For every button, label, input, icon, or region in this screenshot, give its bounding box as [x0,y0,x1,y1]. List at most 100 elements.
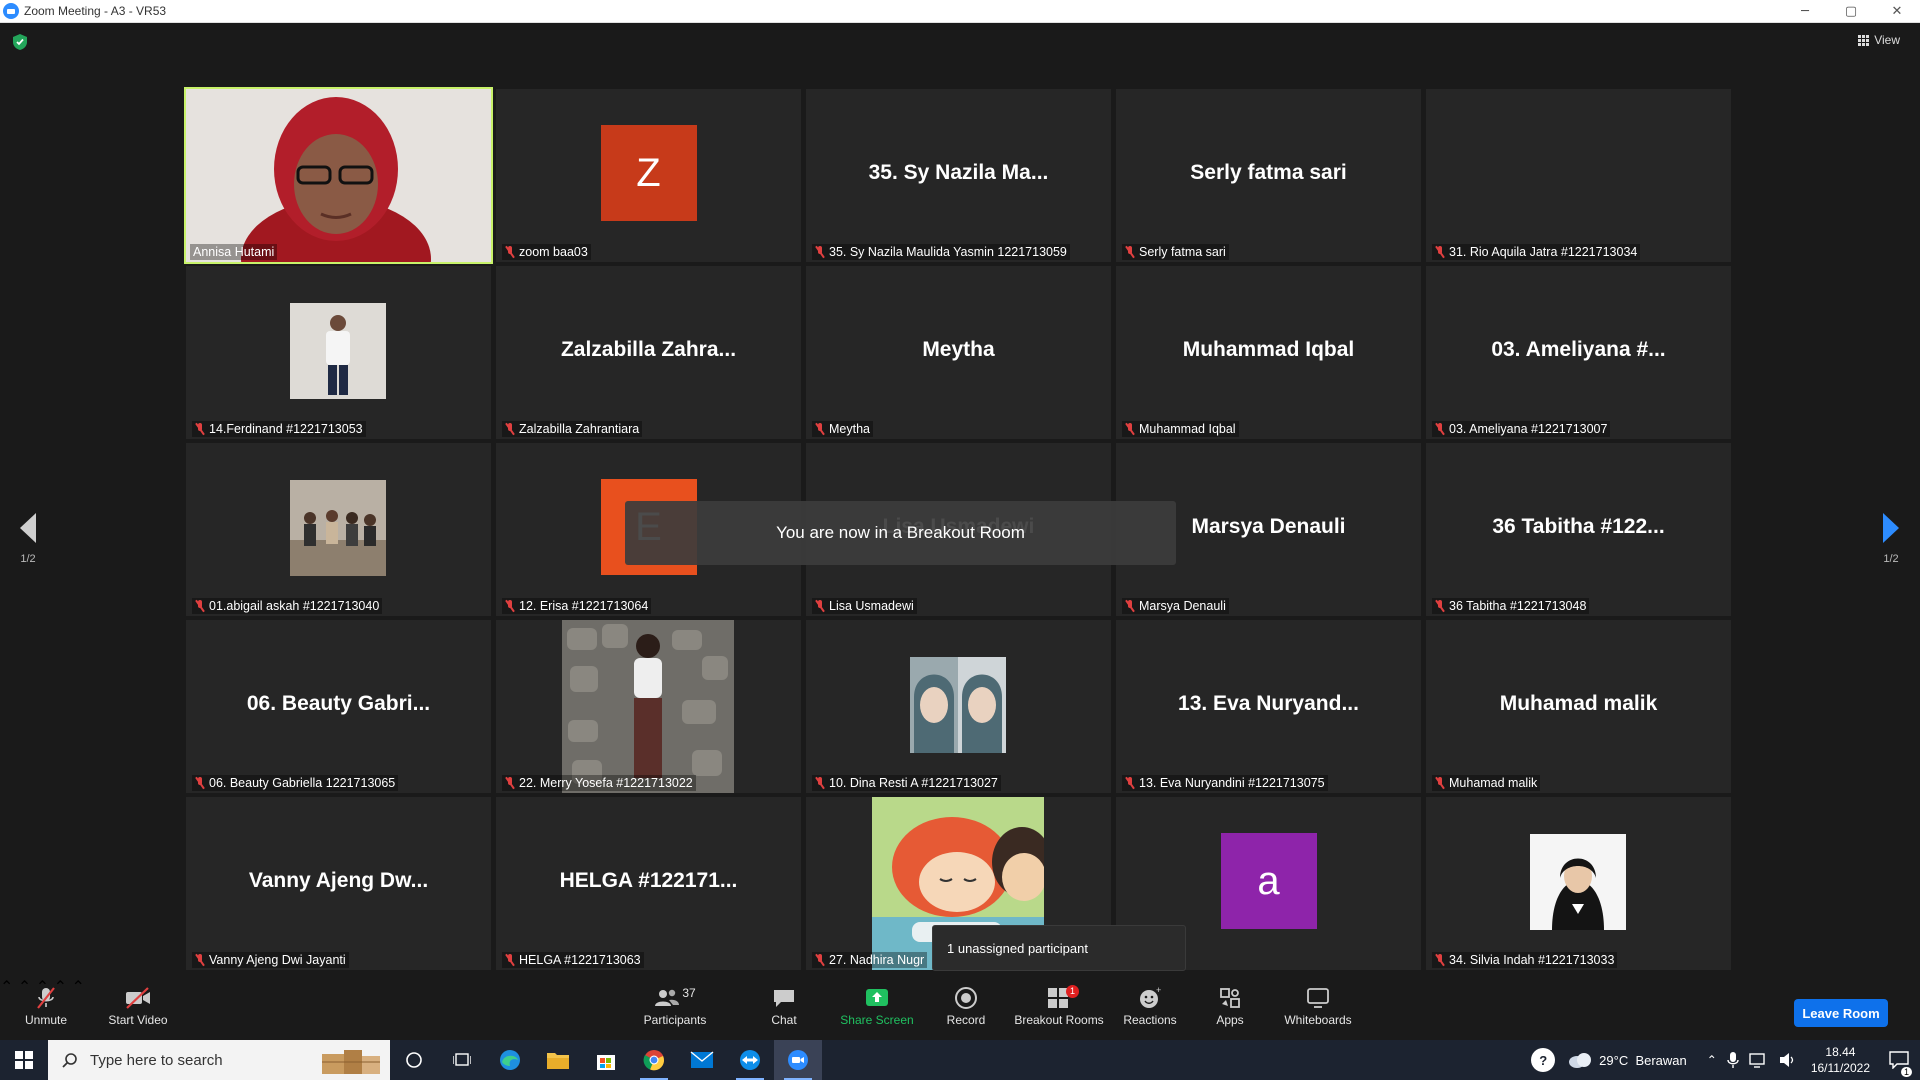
participant-tile[interactable]: 35. Sy Nazila Ma... 35. Sy Nazila Maulida… [806,89,1111,262]
start-button[interactable] [0,1040,48,1080]
participant-tile[interactable]: 13. Eva Nuryand... 13. Eva Nuryandini #12… [1116,620,1421,793]
previous-page-button[interactable]: 1/2 [8,513,48,565]
participants-button[interactable]: 37 Participants [638,985,712,1027]
record-button[interactable]: Record [944,985,988,1027]
microphone-muted-icon [1435,423,1445,435]
view-button[interactable]: View [1858,33,1900,47]
page-indicator-left: 1/2 [20,553,36,565]
apps-icon [1220,988,1240,1008]
microphone-icon[interactable] [1727,1051,1739,1069]
audio-options-caret-icon[interactable]: ⌃ [0,979,13,996]
edge-app[interactable] [486,1040,534,1080]
shield-icon[interactable] [12,33,28,51]
reactions-button[interactable]: + Reactions [1122,985,1178,1027]
whiteboards-button[interactable]: Whiteboards [1282,985,1354,1027]
participant-name: 10. Dina Resti A #1221713027 [829,776,998,790]
whiteboard-icon [1307,988,1329,1008]
chat-button[interactable]: Chat [766,985,802,1027]
apps-button[interactable]: Apps [1212,985,1248,1027]
participant-video [186,89,491,262]
participant-tile[interactable]: Muhamad malik Muhamad malik [1426,620,1731,793]
microphone-muted-icon [815,600,825,612]
participant-tile[interactable]: 03. Ameliyana #... 03. Ameliyana #1221713… [1426,266,1731,439]
cortana-button[interactable] [390,1040,438,1080]
notifications-button[interactable]: 1 [1884,1051,1914,1077]
participant-name: Zalzabilla Zahrantiara [519,422,640,436]
participants-count: 37 [682,986,696,1000]
weather-text[interactable]: 29°C Berawan [1599,1053,1687,1068]
maximize-button[interactable]: ▢ [1828,0,1874,22]
search-highlight-icon [322,1050,380,1074]
speaker-icon[interactable] [1779,1052,1797,1068]
start-video-label: Start Video [108,1013,168,1027]
mail-app[interactable] [678,1040,726,1080]
participant-name-label: 31. Rio Aquila Jatra #1221713034 [1432,244,1641,260]
clock[interactable]: 18.44 16/11/2022 [1811,1044,1870,1076]
leave-room-button[interactable]: Leave Room [1794,999,1888,1027]
file-explorer-app[interactable] [534,1040,582,1080]
participant-display-name: 13. Eva Nuryand... [1178,692,1359,715]
breakout-rooms-button[interactable]: 1 Breakout Rooms [1014,985,1104,1027]
participant-name-label: 14.Ferdinand #1221713053 [192,421,366,437]
participant-tile[interactable]: Zzoom baa03 [496,89,801,262]
microphone-muted-icon [505,600,515,612]
participant-display-name: 06. Beauty Gabri... [246,692,431,715]
participant-tile[interactable]: 06. Beauty Gabri... 06. Beauty Gabriella … [186,620,491,793]
start-video-button[interactable]: Start Video [104,985,172,1027]
taskbar-search[interactable]: Type here to search [48,1040,390,1080]
participant-tile[interactable]: Vanny Ajeng Dw... Vanny Ajeng Dwi Jayanti [186,797,491,970]
participant-tile[interactable]: Zalzabilla Zahra... Zalzabilla Zahrantiar… [496,266,801,439]
arrow-right-icon [1883,513,1899,543]
store-app[interactable] [582,1040,630,1080]
participant-name-label: Marsya Denauli [1122,598,1229,614]
participants-label: Participants [643,1013,707,1027]
unassigned-participant-tooltip: 1 unassigned participant [932,925,1186,971]
participant-name: 31. Rio Aquila Jatra #1221713034 [1449,245,1638,259]
store-icon [597,1055,615,1070]
participant-name-label: Muhamad malik [1432,775,1541,791]
zoom-icon [788,1050,808,1070]
participant-name: Lisa Usmadewi [829,599,914,613]
participant-tile[interactable]: Meytha Meytha [806,266,1111,439]
participant-tile[interactable]: Serly fatma sari Serly fatma sari [1116,89,1421,262]
participant-tile[interactable]: 01.abigail askah #1221713040 [186,443,491,616]
help-icon[interactable]: ? [1531,1048,1556,1072]
participant-tile[interactable]: 14.Ferdinand #1221713053 [186,266,491,439]
minimize-button[interactable]: ─ [1782,0,1828,22]
grid-view-icon [1858,34,1870,46]
participant-tile[interactable]: 31. Rio Aquila Jatra #1221713034 [1426,89,1731,262]
share-screen-button[interactable]: Share Screen [840,985,914,1027]
close-button[interactable]: ✕ [1874,0,1920,22]
participant-tile-active-speaker[interactable]: Annisa Hutami [184,87,493,264]
participant-name: 36 Tabitha #1221713048 [1449,599,1587,613]
microphone-muted-icon [195,954,205,966]
teamviewer-app[interactable] [726,1040,774,1080]
microphone-muted-icon [37,987,55,1009]
chrome-app[interactable] [630,1040,678,1080]
microphone-muted-icon [1125,246,1135,258]
participant-name: 01.abigail askah #1221713040 [209,599,380,613]
unmute-button[interactable]: Unmute [18,985,74,1027]
next-page-button[interactable]: 1/2 [1871,513,1911,565]
arrow-left-icon [20,513,36,543]
avatar: a [1220,833,1317,929]
chevron-up-icon[interactable]: ⌃ [1707,1053,1717,1067]
participant-name-label: 27. Nadhira Nugr [812,952,928,968]
edge-icon [500,1050,520,1070]
participant-name: Annisa Hutami [193,245,275,259]
chat-label: Chat [771,1013,797,1027]
participant-name: Vanny Ajeng Dwi Jayanti [209,953,346,967]
participant-name-label: 01.abigail askah #1221713040 [192,598,383,614]
participant-tile[interactable]: 36 Tabitha #122... 36 Tabitha #1221713048 [1426,443,1731,616]
microphone-muted-icon [1435,246,1445,258]
participant-tile[interactable]: 10. Dina Resti A #1221713027 [806,620,1111,793]
participant-tile[interactable]: Muhammad Iqbal Muhammad Iqbal [1116,266,1421,439]
participant-tile[interactable]: 34. Silvia Indah #1221713033 [1426,797,1731,970]
profile-picture [290,303,386,399]
participant-tile[interactable]: HELGA #122171... HELGA #1221713063 [496,797,801,970]
network-icon[interactable] [1749,1052,1769,1068]
task-view-button[interactable] [438,1040,486,1080]
participant-display-name: 36 Tabitha #122... [1492,515,1665,538]
participant-tile[interactable]: 22. Merry Yosefa #1221713022 [496,620,801,793]
zoom-app[interactable] [774,1040,822,1080]
